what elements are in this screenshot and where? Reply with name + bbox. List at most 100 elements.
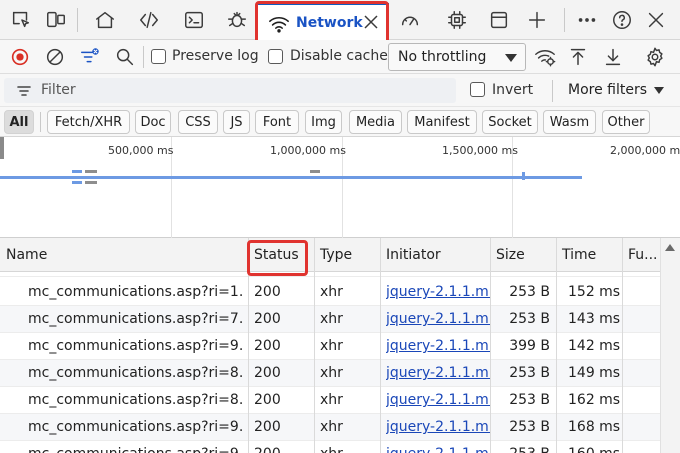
settings-gear-icon[interactable] [643,45,667,69]
initiator-link[interactable]: jquery-2.1.1.min [386,306,490,333]
column-header-initiator[interactable]: Initiator [380,238,490,272]
table-row[interactable]: jquery-2.1.1.min [0,272,660,277]
column-header-name[interactable]: Name [0,238,248,272]
divider [40,112,41,132]
filter-lines-icon [16,83,32,99]
device-emulation-icon[interactable] [43,7,69,33]
overview-request-bar [522,172,525,180]
chip-other[interactable]: Other [602,110,650,134]
filter-placeholder: Filter [41,82,76,98]
column-header-size[interactable]: Size [490,238,556,272]
request-type: xhr [320,365,343,381]
chevron-down-icon [505,54,517,62]
chip-fetch-xhr[interactable]: Fetch/XHR [47,110,130,134]
network-toolbar: Preserve log Disable cache No throttling [0,40,680,74]
column-header-type[interactable]: Type [314,238,380,272]
inspect-icon[interactable] [8,7,34,33]
column-header-fulfilled-by[interactable]: Fu... [622,238,660,272]
more-filters-button[interactable]: More filters [568,82,647,98]
home-icon[interactable] [92,7,118,33]
request-table-body: jquery-2.1.1.min mc_communications.asp?r… [0,272,680,453]
table-row[interactable]: mc_communications.asp?ri=8... 200 xhr jq… [0,387,660,414]
initiator-link[interactable]: jquery-2.1.1.min [386,333,490,360]
performance-icon[interactable] [397,7,423,33]
chip-css[interactable]: CSS [178,110,218,134]
import-har-icon[interactable] [566,45,590,69]
initiator-link[interactable]: jquery-2.1.1.min [386,441,490,453]
request-status: 200 [254,338,281,354]
column-divider[interactable] [490,238,491,453]
initiator-link[interactable]: jquery-2.1.1.min [386,279,490,306]
clear-icon[interactable] [43,45,67,69]
column-divider[interactable] [314,238,315,453]
console-icon[interactable] [181,7,207,33]
chip-font[interactable]: Font [255,110,299,134]
search-icon[interactable] [113,45,137,69]
preserve-log-checkbox[interactable] [151,49,166,64]
close-icon[interactable] [643,7,669,33]
invert-label: Invert [492,82,534,98]
filter-input[interactable]: Filter [4,78,456,103]
column-divider[interactable] [248,238,249,453]
table-row[interactable]: mc_communications.asp?ri=9... 200 xhr jq… [0,333,660,360]
divider [143,46,144,68]
chip-js[interactable]: JS [223,110,250,134]
network-overview[interactable]: 500,000 ms 1,000,000 ms 1,500,000 ms 2,0… [0,137,680,238]
initiator-link[interactable]: jquery-2.1.1.min [386,360,490,387]
scroll-up-arrow-icon[interactable] [665,244,675,251]
request-type: xhr [320,392,343,408]
table-scrollbar[interactable] [660,238,680,453]
request-time: 149 ms [568,365,620,381]
divider [552,80,553,102]
record-icon[interactable] [8,45,32,69]
chip-img[interactable]: Img [305,110,342,134]
close-tab-icon[interactable] [362,13,380,31]
disable-cache-checkbox[interactable] [268,49,283,64]
request-size: 253 B [509,311,550,327]
column-divider[interactable] [556,238,557,453]
column-divider[interactable] [622,238,623,453]
table-row[interactable]: mc_communications.asp?ri=9... 200 xhr jq… [0,441,660,453]
invert-checkbox[interactable] [470,82,485,97]
request-status: 200 [254,441,310,453]
chip-manifest[interactable]: Manifest [407,110,477,134]
chip-doc[interactable]: Doc [135,110,171,134]
chip-media[interactable]: Media [349,110,402,134]
chip-wasm[interactable]: Wasm [543,110,596,134]
initiator-link[interactable]: jquery-2.1.1.min [386,272,490,277]
overview-label-2000000: 2,000,000 ms [610,144,680,157]
chip-all[interactable]: All [4,110,34,134]
add-icon[interactable] [524,7,550,33]
request-time: 152 ms [568,284,620,300]
request-type: xhr [320,441,376,453]
request-time: 168 ms [568,419,620,435]
throttling-select[interactable]: No throttling [388,43,526,71]
overview-request-bar [0,176,582,179]
overview-label-1500000: 1,500,000 ms [442,144,518,157]
initiator-link[interactable]: jquery-2.1.1.min [386,387,490,414]
column-header-status[interactable]: Status [248,238,314,272]
export-har-icon[interactable] [601,45,625,69]
overview-left-handle[interactable] [0,137,4,159]
initiator-link[interactable]: jquery-2.1.1.min [386,414,490,441]
table-row[interactable]: mc_communications.asp?ri=7... 200 xhr jq… [0,306,660,333]
request-time: 160 ms [568,441,620,453]
chip-socket[interactable]: Socket [482,110,538,134]
network-conditions-icon[interactable] [533,45,557,69]
tab-network[interactable]: Network [258,3,389,41]
table-row[interactable]: mc_communications.asp?ri=1... 200 xhr jq… [0,279,660,306]
request-size: 253 B [509,419,550,435]
sources-icon[interactable] [224,7,250,33]
request-size: 399 B [509,338,550,354]
column-header-time[interactable]: Time [556,238,622,272]
table-row[interactable]: mc_communications.asp?ri=8... 200 xhr jq… [0,360,660,387]
filter-toggle-icon[interactable] [78,45,102,69]
column-divider[interactable] [380,238,381,453]
elements-icon[interactable] [136,7,162,33]
help-icon[interactable] [609,7,635,33]
more-icon[interactable] [574,7,600,33]
table-row[interactable]: mc_communications.asp?ri=9... 200 xhr jq… [0,414,660,441]
request-type: xhr [320,338,343,354]
memory-icon[interactable] [444,7,470,33]
application-icon[interactable] [486,7,512,33]
